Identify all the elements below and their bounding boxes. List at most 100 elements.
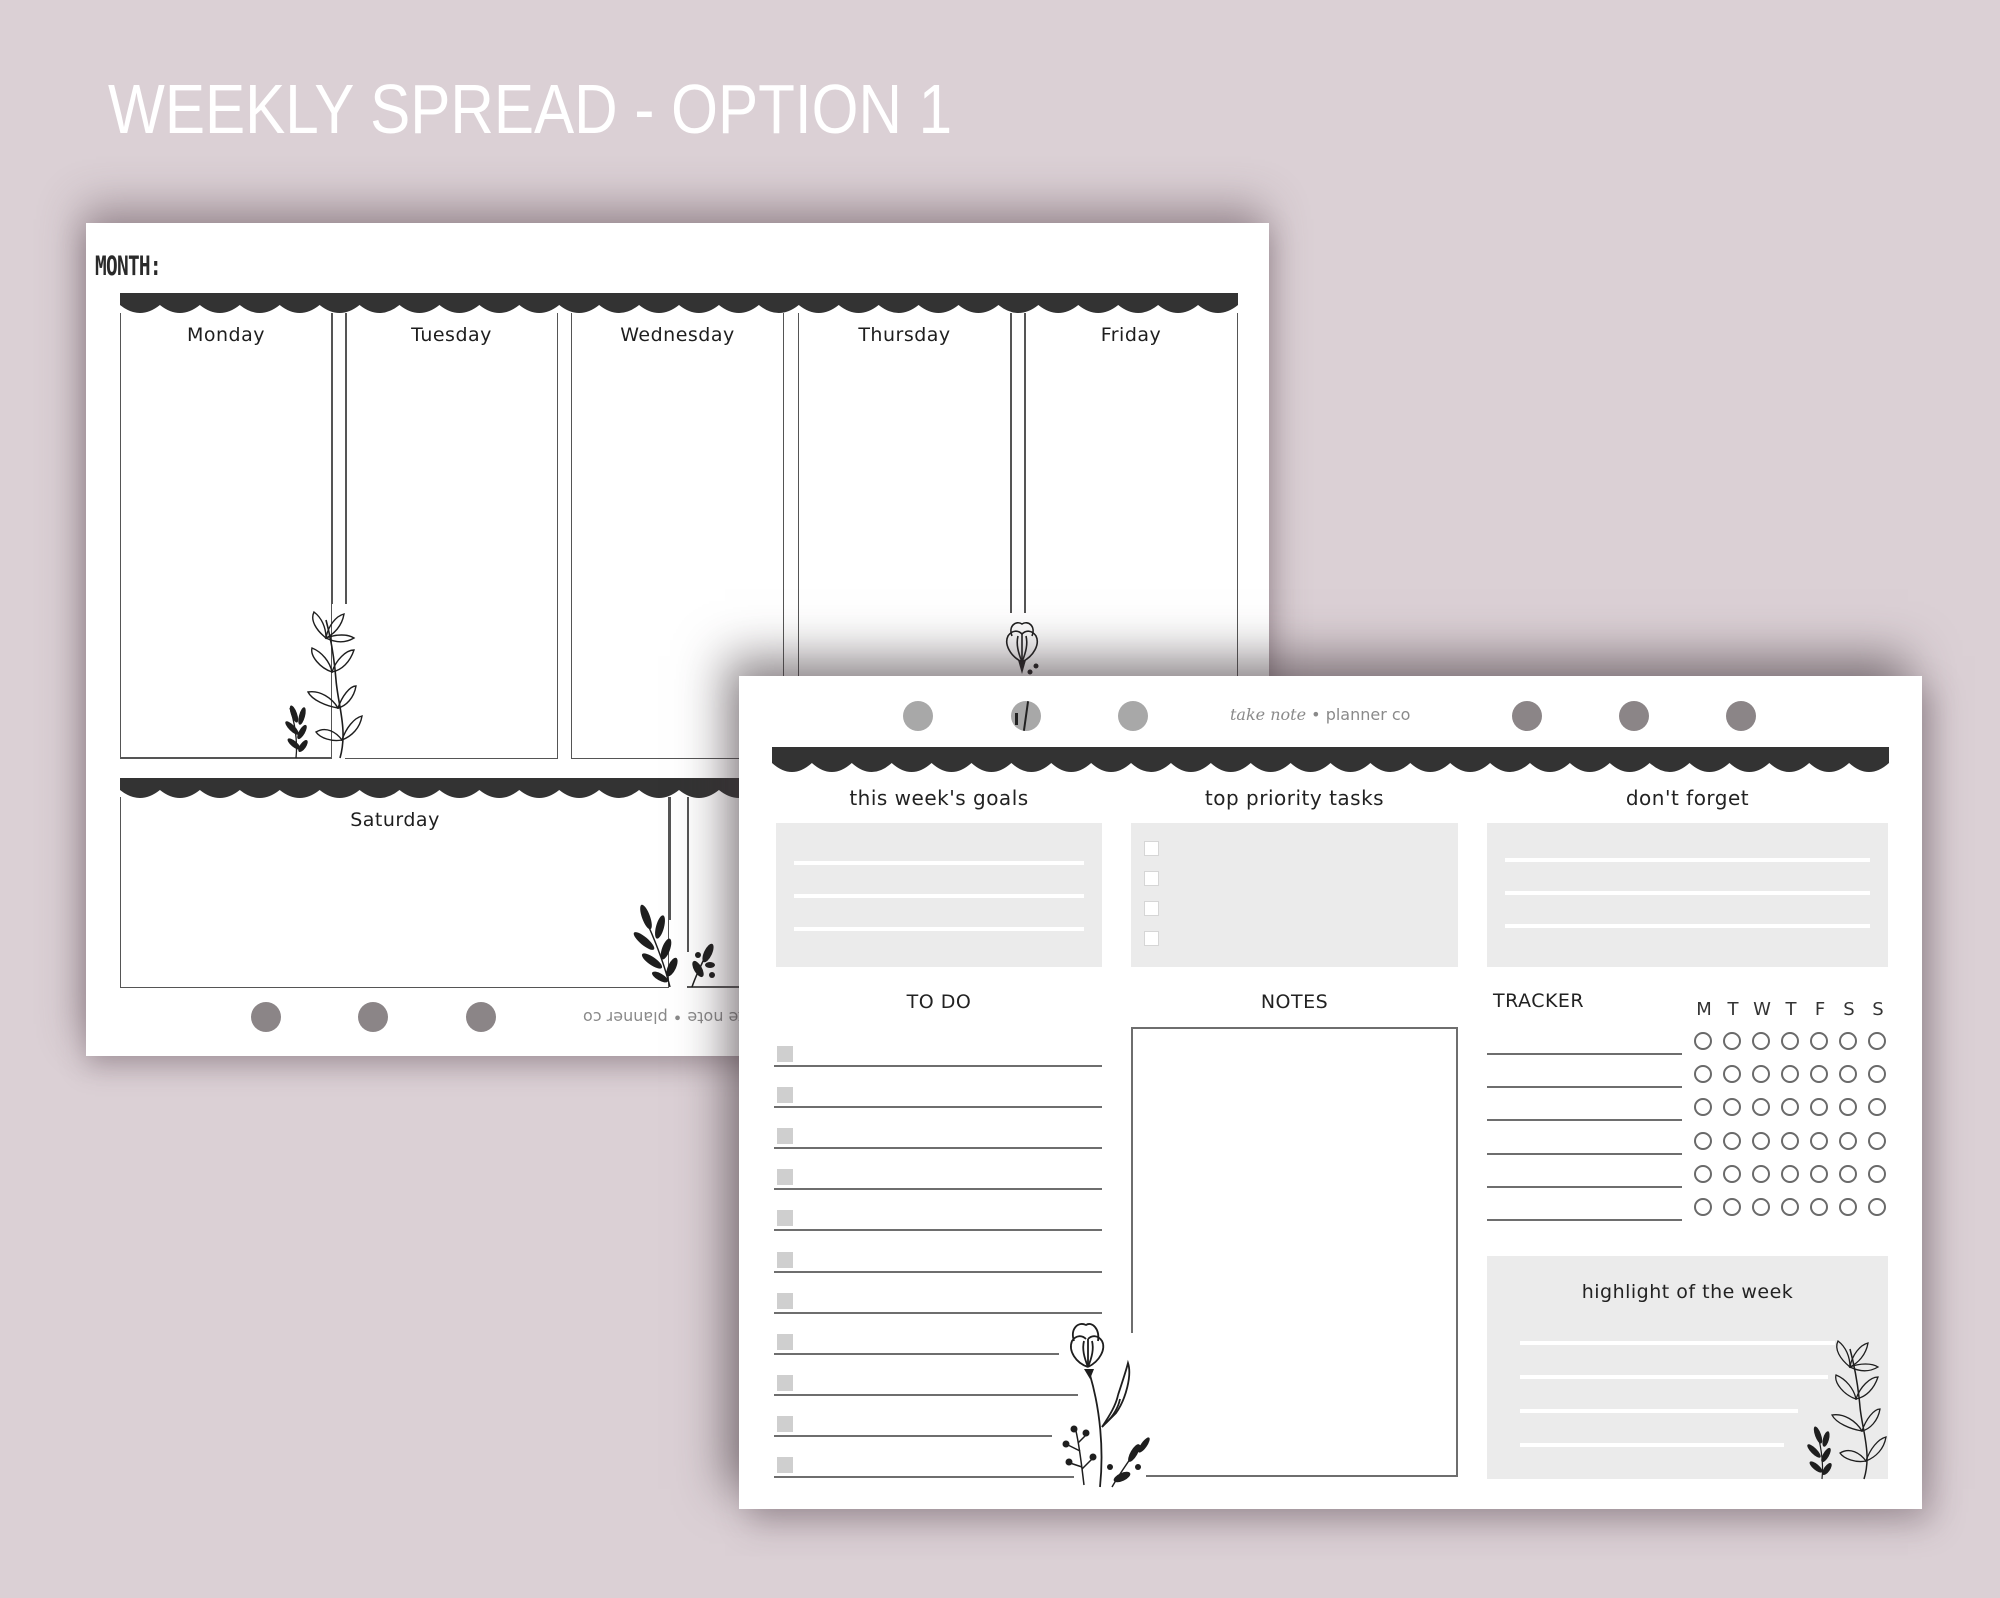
tracker-circle[interactable] — [1868, 1032, 1886, 1050]
tracker-circle[interactable] — [1752, 1198, 1770, 1216]
tracker-habit-line[interactable] — [1487, 1053, 1682, 1055]
priority-checkbox[interactable] — [1144, 901, 1159, 916]
tracker-circle[interactable] — [1752, 1165, 1770, 1183]
todo-line[interactable] — [774, 1394, 1078, 1396]
tracker-circle[interactable] — [1723, 1165, 1741, 1183]
binder-hole — [1619, 701, 1649, 731]
tracker-circle[interactable] — [1694, 1032, 1712, 1050]
binder-hole — [1118, 701, 1148, 731]
todo-checkbox[interactable] — [777, 1416, 793, 1432]
goal-line[interactable] — [794, 894, 1084, 898]
todo-checkbox[interactable] — [777, 1128, 793, 1144]
tracker-circle[interactable] — [1839, 1165, 1857, 1183]
goals-box[interactable] — [776, 823, 1102, 967]
todo-checkbox[interactable] — [777, 1169, 793, 1185]
tracker-circle[interactable] — [1868, 1065, 1886, 1083]
tracker-circle[interactable] — [1781, 1098, 1799, 1116]
tracker-circle[interactable] — [1810, 1098, 1828, 1116]
divider-line — [1024, 313, 1026, 613]
dont-forget-line[interactable] — [1505, 924, 1870, 928]
tracker-habit-line[interactable] — [1487, 1119, 1682, 1121]
tracker-circle[interactable] — [1781, 1065, 1799, 1083]
priority-tasks-box[interactable] — [1131, 823, 1458, 967]
tracker-circle[interactable] — [1839, 1132, 1857, 1150]
tracker-circle[interactable] — [1781, 1032, 1799, 1050]
goal-line[interactable] — [794, 861, 1084, 865]
todo-checkbox[interactable] — [777, 1334, 793, 1350]
todo-line[interactable] — [774, 1229, 1102, 1231]
tracker-day-letter: F — [1814, 999, 1826, 1020]
goal-line[interactable] — [794, 927, 1084, 931]
tracker-circle[interactable] — [1694, 1165, 1712, 1183]
tracker-circle[interactable] — [1839, 1065, 1857, 1083]
tracker-circle[interactable] — [1752, 1132, 1770, 1150]
tracker-circle[interactable] — [1868, 1165, 1886, 1183]
tracker-circle[interactable] — [1752, 1098, 1770, 1116]
todo-line[interactable] — [774, 1353, 1059, 1355]
todo-checkbox[interactable] — [777, 1252, 793, 1268]
month-label[interactable]: MONTH: — [95, 251, 162, 282]
todo-line[interactable] — [774, 1476, 1074, 1478]
tracker-circle[interactable] — [1810, 1165, 1828, 1183]
priority-checkbox[interactable] — [1144, 871, 1159, 886]
highlight-line[interactable] — [1520, 1443, 1784, 1447]
highlight-heading: highlight of the week — [1581, 1281, 1794, 1303]
todo-checkbox[interactable] — [777, 1087, 793, 1103]
todo-checkbox[interactable] — [777, 1457, 793, 1473]
todo-checkbox[interactable] — [777, 1046, 793, 1062]
tracker-circle[interactable] — [1781, 1132, 1799, 1150]
tracker-circle[interactable] — [1694, 1065, 1712, 1083]
tracker-circle[interactable] — [1810, 1065, 1828, 1083]
tracker-circle[interactable] — [1868, 1198, 1886, 1216]
tracker-circle[interactable] — [1694, 1098, 1712, 1116]
tracker-circle[interactable] — [1781, 1165, 1799, 1183]
tracker-circle[interactable] — [1810, 1132, 1828, 1150]
tracker-circle[interactable] — [1868, 1098, 1886, 1116]
binder-hole — [1512, 701, 1542, 731]
tracker-habit-line[interactable] — [1487, 1219, 1682, 1221]
tracker-circle[interactable] — [1781, 1198, 1799, 1216]
priority-checkbox[interactable] — [1144, 931, 1159, 946]
dont-forget-line[interactable] — [1505, 858, 1870, 862]
tracker-circle[interactable] — [1723, 1032, 1741, 1050]
todo-checkbox[interactable] — [777, 1293, 793, 1309]
tracker-habit-line[interactable] — [1487, 1153, 1682, 1155]
tracker-circle[interactable] — [1839, 1198, 1857, 1216]
todo-checkbox[interactable] — [777, 1210, 793, 1226]
tracker-day-letter: W — [1753, 999, 1771, 1020]
tracker-habit-line[interactable] — [1487, 1086, 1682, 1088]
highlight-line[interactable] — [1520, 1341, 1835, 1345]
todo-checkbox[interactable] — [777, 1375, 793, 1391]
tracker-circle[interactable] — [1723, 1198, 1741, 1216]
tracker-circle[interactable] — [1839, 1032, 1857, 1050]
tracker-circle[interactable] — [1810, 1198, 1828, 1216]
tracker-habit-line[interactable] — [1487, 1186, 1682, 1188]
tracker-circle[interactable] — [1752, 1065, 1770, 1083]
todo-line[interactable] — [774, 1188, 1102, 1190]
todo-line[interactable] — [774, 1312, 1102, 1314]
tracker-circle[interactable] — [1810, 1032, 1828, 1050]
todo-line[interactable] — [774, 1147, 1102, 1149]
highlight-line[interactable] — [1520, 1409, 1798, 1413]
tracker-circle[interactable] — [1723, 1065, 1741, 1083]
todo-line[interactable] — [774, 1435, 1052, 1437]
divider-line — [331, 313, 333, 604]
tracker-circle[interactable] — [1723, 1098, 1741, 1116]
day-label-saturday: Saturday — [350, 809, 440, 831]
tracker-circle[interactable] — [1694, 1132, 1712, 1150]
tracker-circle[interactable] — [1723, 1132, 1741, 1150]
dont-forget-box[interactable] — [1487, 823, 1888, 967]
tracker-circle[interactable] — [1868, 1132, 1886, 1150]
tracker-circle[interactable] — [1839, 1098, 1857, 1116]
priority-checkbox[interactable] — [1144, 841, 1159, 856]
dont-forget-line[interactable] — [1505, 891, 1870, 895]
highlight-line[interactable] — [1520, 1375, 1828, 1379]
todo-line[interactable] — [774, 1106, 1102, 1108]
notes-area[interactable] — [1133, 1029, 1456, 1475]
notes-box-bottom — [1146, 1475, 1458, 1477]
todo-line[interactable] — [774, 1271, 1102, 1273]
todo-line[interactable] — [774, 1065, 1102, 1067]
tracker-circle[interactable] — [1694, 1198, 1712, 1216]
brand-text: planner co — [1325, 705, 1411, 724]
tracker-circle[interactable] — [1752, 1032, 1770, 1050]
